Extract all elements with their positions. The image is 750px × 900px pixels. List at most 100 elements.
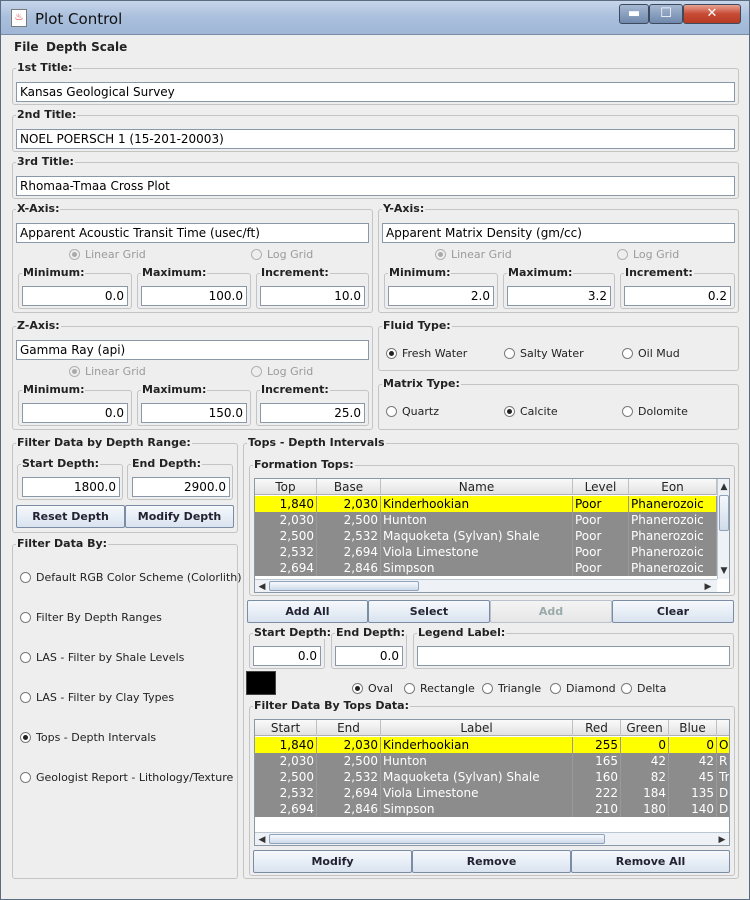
tops-data-horizontal-scrollbar[interactable]: ◀ ▶	[255, 832, 729, 845]
col-name[interactable]: Name	[381, 479, 573, 495]
col-end[interactable]: End	[317, 720, 381, 736]
table-row[interactable]: 2,532 2,694 Viola Limestone Poor Phanerozoic	[255, 544, 717, 560]
x-axis-label: X-Axis:	[16, 202, 61, 215]
modify-button[interactable]: Modify	[253, 850, 412, 873]
matrix-dolomite-radio[interactable]: Dolomite	[622, 405, 688, 418]
table-row[interactable]: 1,840 2,030 Kinderhookian Poor Phanerozoic	[255, 496, 717, 512]
z-axis-name-field[interactable]: Gamma Ray (api)	[16, 340, 369, 360]
scroll-right-icon[interactable]: ▶	[703, 581, 713, 592]
scroll-thumb[interactable]	[269, 834, 605, 844]
z-linear-grid-radio: Linear Grid	[69, 365, 146, 378]
x-increment-field[interactable]: 10.0	[260, 286, 365, 306]
table-row[interactable]: 2,030 2,500 Hunton 165 42 42 R	[255, 753, 729, 769]
y-min-field[interactable]: 2.0	[388, 286, 494, 306]
add-all-button[interactable]: Add All	[247, 600, 368, 623]
select-button[interactable]: Select	[368, 600, 490, 623]
plot-control-window: ♨ Plot Control ▬ ☐ ✕ File Depth Scale 1s…	[0, 0, 750, 900]
reset-depth-button[interactable]: Reset Depth	[16, 505, 125, 528]
col-eon[interactable]: Eon	[629, 479, 717, 495]
scroll-left-icon[interactable]: ◀	[257, 834, 267, 845]
x-min-field[interactable]: 0.0	[22, 286, 128, 306]
y-axis-name-field[interactable]: Apparent Matrix Density (gm/cc)	[382, 223, 735, 243]
y-increment-field[interactable]: 0.2	[624, 286, 731, 306]
scroll-right-icon[interactable]: ▶	[717, 834, 727, 845]
symbol-rectangle-radio[interactable]: Rectangle	[404, 682, 475, 695]
java-cup-icon: ♨	[11, 9, 27, 27]
close-button[interactable]: ✕	[683, 4, 741, 24]
first-title-field[interactable]: Kansas Geological Survey	[16, 82, 735, 102]
title-bar[interactable]: ♨ Plot Control ▬ ☐ ✕	[1, 1, 749, 35]
tops-data-table[interactable]: Start End Label Red Green Blue 1,840 2,03…	[254, 719, 730, 846]
symbol-color-swatch[interactable]	[246, 671, 276, 695]
matrix-quartz-radio[interactable]: Quartz	[386, 405, 439, 418]
tops-data-group: Filter Data By Tops Data: Start End Labe…	[249, 699, 735, 876]
minimize-button[interactable]: ▬	[619, 4, 649, 24]
scroll-thumb[interactable]	[719, 495, 729, 531]
col-level[interactable]: Level	[573, 479, 629, 495]
filter-depth-ranges-radio[interactable]: Filter By Depth Ranges	[20, 611, 162, 624]
z-increment-field[interactable]: 25.0	[260, 403, 365, 423]
table-row[interactable]: 2,694 2,846 Simpson 210 180 140 D	[255, 801, 729, 817]
table-row[interactable]: 2,532 2,694 Viola Limestone 222 184 135 D	[255, 785, 729, 801]
col-base[interactable]: Base	[317, 479, 381, 495]
col-symbol[interactable]	[717, 720, 729, 736]
z-min-label: Minimum:	[22, 383, 86, 396]
first-title-group: 1st Title: Kansas Geological Survey	[12, 61, 739, 105]
scroll-left-icon[interactable]: ◀	[257, 581, 267, 592]
matrix-calcite-radio[interactable]: Calcite	[504, 405, 558, 418]
legend-label-field[interactable]	[417, 646, 730, 666]
formation-tops-vertical-scrollbar[interactable]: ▲ ▼	[717, 479, 729, 579]
col-green[interactable]: Green	[621, 720, 669, 736]
scroll-thumb[interactable]	[269, 581, 419, 591]
interval-end-depth-field[interactable]: 0.0	[335, 646, 403, 666]
symbol-diamond-radio[interactable]: Diamond	[550, 682, 616, 695]
table-row[interactable]: 2,500 2,532 Maquoketa (Sylvan) Shale Poor Ph…	[255, 528, 717, 544]
menu-file[interactable]: File	[14, 40, 39, 54]
maximize-button[interactable]: ☐	[649, 4, 683, 24]
end-depth-field[interactable]: 2900.0	[132, 477, 230, 497]
tops-data-label: Filter Data By Tops Data:	[253, 699, 410, 712]
symbol-triangle-radio[interactable]: Triangle	[482, 682, 541, 695]
interval-start-depth-field[interactable]: 0.0	[253, 646, 321, 666]
second-title-field[interactable]: NOEL POERSCH 1 (15-201-20003)	[16, 129, 735, 149]
table-row[interactable]: 1,840 2,030 Kinderhookian 255 0 0 O	[255, 737, 729, 753]
table-row[interactable]: 2,500 2,532 Maquoketa (Sylvan) Shale 160 82 4…	[255, 769, 729, 785]
interval-end-depth-group: End Depth: 0.0	[331, 626, 407, 669]
clear-button[interactable]: Clear	[612, 600, 734, 623]
x-max-label: Maximum:	[141, 266, 208, 279]
filter-colorlith-radio[interactable]: Default RGB Color Scheme (Colorlith)	[20, 571, 242, 584]
end-depth-group: End Depth: 2900.0	[127, 457, 233, 500]
scroll-down-icon[interactable]: ▼	[718, 565, 729, 577]
remove-button[interactable]: Remove	[412, 850, 571, 873]
remove-all-button[interactable]: Remove All	[571, 850, 730, 873]
fluid-salty-water-radio[interactable]: Salty Water	[504, 347, 584, 360]
start-depth-field[interactable]: 1800.0	[22, 477, 120, 497]
scroll-up-icon[interactable]: ▲	[718, 481, 729, 493]
menu-depth-scale[interactable]: Depth Scale	[46, 40, 127, 54]
modify-depth-button[interactable]: Modify Depth	[125, 505, 234, 528]
x-inc-group: Increment: 10.0	[256, 266, 369, 309]
x-max-field[interactable]: 100.0	[141, 286, 247, 306]
col-top[interactable]: Top	[255, 479, 317, 495]
col-start[interactable]: Start	[255, 720, 317, 736]
x-axis-name-field[interactable]: Apparent Acoustic Transit Time (usec/ft)	[16, 223, 369, 243]
table-row[interactable]: 2,694 2,846 Simpson Poor Phanerozoic	[255, 560, 717, 576]
z-min-field[interactable]: 0.0	[22, 403, 128, 423]
z-max-field[interactable]: 150.0	[141, 403, 247, 423]
fluid-fresh-water-radio[interactable]: Fresh Water	[386, 347, 467, 360]
formation-tops-horizontal-scrollbar[interactable]: ◀ ▶	[255, 579, 717, 592]
col-blue[interactable]: Blue	[669, 720, 717, 736]
col-label[interactable]: Label	[381, 720, 573, 736]
fluid-oil-mud-radio[interactable]: Oil Mud	[622, 347, 680, 360]
filter-clay-types-radio[interactable]: LAS - Filter by Clay Types	[20, 691, 174, 704]
col-red[interactable]: Red	[573, 720, 621, 736]
filter-tops-intervals-radio[interactable]: Tops - Depth Intervals	[20, 731, 156, 744]
symbol-delta-radio[interactable]: Delta	[621, 682, 666, 695]
filter-shale-levels-radio[interactable]: LAS - Filter by Shale Levels	[20, 651, 184, 664]
symbol-oval-radio[interactable]: Oval	[352, 682, 393, 695]
formation-tops-table[interactable]: Top Base Name Level Eon 1,840 2,030 Kinder…	[254, 478, 730, 593]
filter-geologist-report-radio[interactable]: Geologist Report - Lithology/Texture	[20, 771, 233, 784]
y-max-field[interactable]: 3.2	[507, 286, 611, 306]
third-title-field[interactable]: Rhomaa-Tmaa Cross Plot	[16, 176, 735, 196]
table-row[interactable]: 2,030 2,500 Hunton Poor Phanerozoic	[255, 512, 717, 528]
